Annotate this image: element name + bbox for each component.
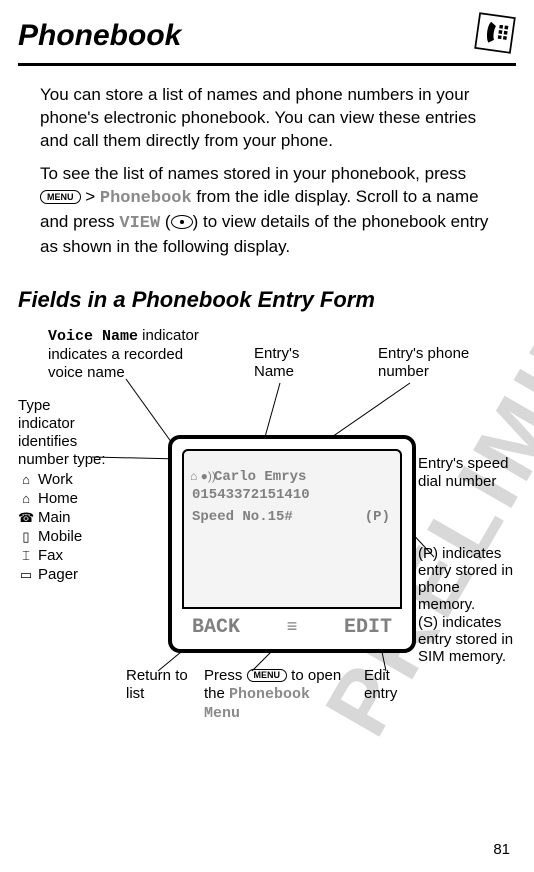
pb-menu-2: Menu — [204, 705, 240, 722]
type-fax-label: Fax — [38, 547, 63, 564]
screen-entry-name: Carlo Emrys — [214, 469, 306, 485]
intro2-pre: To see the list of names stored in your … — [40, 164, 466, 183]
phone-screen: ⌂ ●)) Carlo Emrys 01543372151410 Speed N… — [182, 449, 402, 609]
type-pager-label: Pager — [38, 566, 78, 583]
type-work: ⌂Work — [18, 471, 108, 489]
press-pre: Press — [204, 667, 247, 684]
view-label: VIEW — [119, 214, 160, 233]
softkey-bar: BACK ≡ EDIT — [182, 613, 402, 643]
softkey-edit[interactable]: EDIT — [344, 616, 392, 639]
memory-p: (P) — [418, 545, 438, 562]
type-mobile: ▯Mobile — [18, 528, 108, 546]
callout-press-menu: Press MENU to open the PhonebookMenu — [204, 667, 354, 723]
softkey-menu-icon[interactable]: ≡ — [287, 618, 298, 638]
paren-open: ( — [160, 212, 170, 231]
page-number: 81 — [493, 841, 510, 858]
phonebook-label: Phonebook — [100, 189, 192, 208]
memory-s-txt: (S) indicates entry stored in SIM memory… — [418, 614, 513, 666]
main-icon: ☎ — [18, 510, 34, 526]
intro-paragraph-1: You can store a list of names and phone … — [40, 84, 494, 153]
callout-speed: Entry's speed dial number — [418, 455, 518, 491]
home-icon: ⌂ — [18, 491, 34, 507]
type-pager: ▭Pager — [18, 566, 108, 584]
title-rule — [18, 63, 516, 66]
pb-menu-1: Phonebook — [229, 686, 310, 703]
callout-entry-name: Entry's Name — [254, 345, 324, 381]
callout-entry-phone: Entry's phone number — [378, 345, 508, 381]
softkey-eye-icon — [171, 215, 193, 229]
type-work-label: Work — [38, 471, 73, 488]
type-home: ⌂Home — [18, 490, 108, 508]
page-title: Phonebook — [18, 19, 181, 53]
menu-key-icon-2: MENU — [247, 669, 288, 682]
entry-icons: ⌂ ●)) — [190, 469, 216, 483]
diagram: Voice Name indicator indicates a recorde… — [18, 327, 516, 747]
screen-memory-p: (P) — [365, 509, 390, 525]
callout-type: Type indicator identifies number type: ⌂… — [18, 397, 108, 585]
softkey-back[interactable]: BACK — [192, 616, 240, 639]
screen-entry-number: 01543372151410 — [192, 487, 310, 503]
type-main: ☎Main — [18, 509, 108, 527]
voice-name-mono: Voice Name — [48, 328, 138, 345]
screen-speed-dial: Speed No.15# — [192, 509, 293, 525]
mobile-icon: ▯ — [18, 529, 34, 545]
intro-paragraph-2: To see the list of names stored in your … — [40, 163, 494, 259]
fax-icon: ⌶ — [18, 548, 34, 564]
menu-key-icon: MENU — [40, 190, 81, 204]
type-main-label: Main — [38, 509, 71, 526]
callout-memory: (P) indicates entry stored in phone memo… — [418, 545, 516, 666]
intro2-gt: > — [81, 187, 100, 206]
type-fax: ⌶Fax — [18, 547, 108, 565]
work-icon: ⌂ — [18, 472, 34, 488]
section-title: Fields in a Phonebook Entry Form — [18, 287, 534, 313]
header-row: Phonebook — [0, 0, 534, 59]
pager-icon: ▭ — [18, 567, 34, 583]
type-label: Type indicator identifies number type: — [18, 397, 106, 468]
callout-return: Return to list — [126, 667, 196, 703]
type-list: ⌂Work ⌂Home ☎Main ▯Mobile ⌶Fax ▭Pager — [18, 471, 108, 584]
handset-icon — [474, 12, 516, 59]
callout-voice-name: Voice Name indicator indicates a recorde… — [48, 327, 218, 382]
type-mobile-label: Mobile — [38, 528, 82, 545]
type-home-label: Home — [38, 490, 78, 507]
callout-edit: Edit entry — [364, 667, 424, 703]
phone-device: ⌂ ●)) Carlo Emrys 01543372151410 Speed N… — [168, 435, 416, 653]
